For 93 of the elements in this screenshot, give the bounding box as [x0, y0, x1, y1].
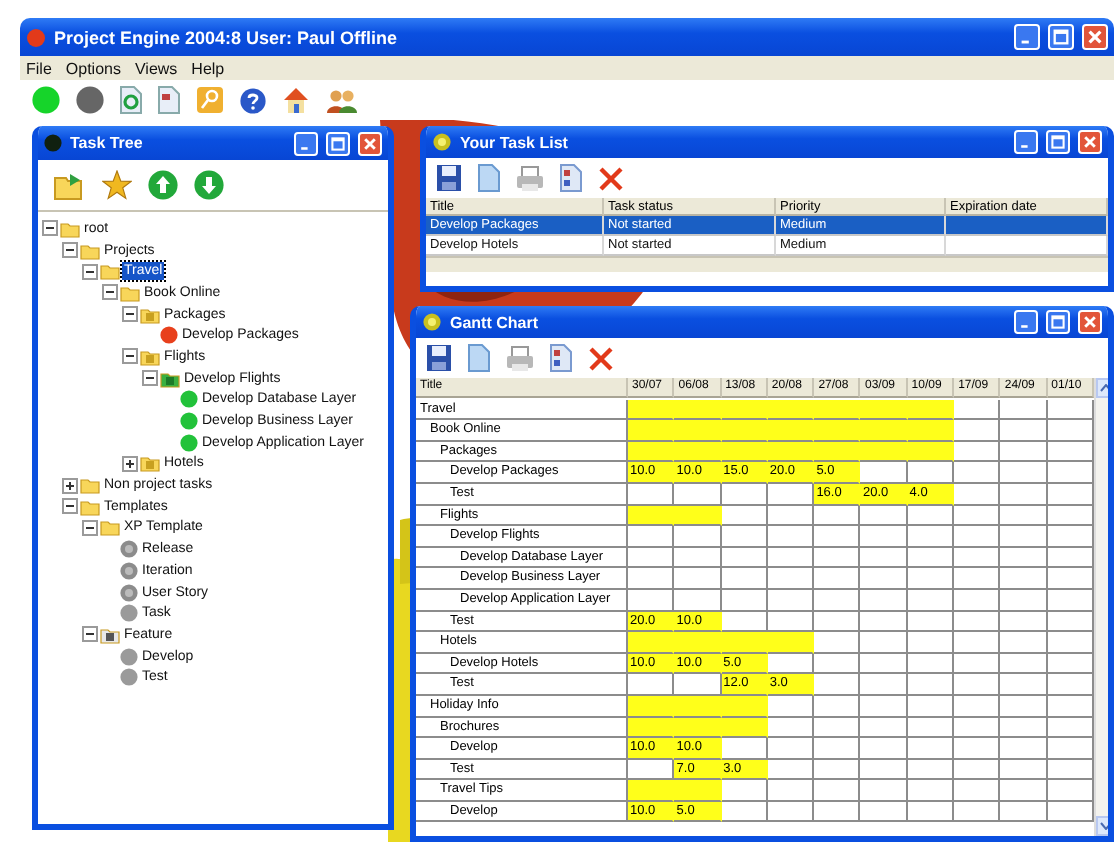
report-icon	[560, 164, 582, 192]
move-up-button[interactable]	[148, 170, 178, 200]
expander-icon[interactable]	[62, 242, 78, 259]
maximize-button[interactable]	[326, 131, 350, 155]
new-document-button[interactable]	[468, 344, 490, 372]
close-icon	[1086, 28, 1104, 46]
toolbar-button[interactable]	[326, 87, 358, 113]
refresh-document-icon	[120, 86, 142, 114]
expander-icon[interactable]	[142, 370, 158, 387]
menu-item[interactable]: Views	[134, 59, 178, 77]
minimize-button[interactable]	[294, 131, 318, 155]
expander-icon[interactable]	[82, 263, 98, 280]
dot-icon	[76, 86, 104, 114]
maximize-icon	[1050, 134, 1066, 150]
save-icon	[436, 164, 462, 192]
document-icon	[478, 164, 500, 192]
maximize-icon	[330, 135, 346, 151]
close-button[interactable]	[358, 131, 382, 155]
delete-icon	[598, 165, 624, 191]
maximize-button[interactable]	[1046, 130, 1070, 154]
expander-icon[interactable]	[82, 626, 98, 643]
caret-up-icon	[1099, 384, 1108, 392]
toolbar-button[interactable]	[282, 86, 310, 114]
window-title: Project Engine 2004:8 User: Paul Offline	[54, 27, 400, 47]
folder-icon	[140, 305, 160, 324]
new-document-button[interactable]	[478, 164, 500, 192]
minimize-button[interactable]	[1014, 310, 1038, 334]
expander-icon[interactable]	[102, 284, 118, 301]
print-button[interactable]	[506, 345, 534, 371]
save-button[interactable]	[426, 344, 452, 372]
toolbar-button[interactable]	[120, 86, 142, 114]
expander-icon[interactable]	[62, 498, 78, 515]
close-button[interactable]	[1082, 24, 1108, 50]
star-icon	[102, 170, 132, 200]
close-icon	[1082, 314, 1098, 330]
maximize-button[interactable]	[1046, 310, 1070, 334]
close-icon	[1082, 134, 1098, 150]
expander-icon[interactable]	[62, 477, 78, 494]
report-button[interactable]	[550, 344, 572, 372]
delete-button[interactable]	[598, 165, 624, 191]
minimize-button[interactable]	[1014, 130, 1038, 154]
folder-icon	[100, 625, 120, 644]
document-icon	[468, 344, 490, 372]
menu-item[interactable]: File	[26, 59, 52, 77]
window-title: Gantt Chart	[450, 313, 540, 331]
expander-icon[interactable]	[122, 348, 138, 365]
maximize-icon	[1050, 314, 1066, 330]
home-icon	[282, 86, 310, 114]
document-icon	[158, 86, 180, 114]
window-title: Your Task List	[460, 133, 570, 151]
dot-icon	[32, 86, 60, 114]
report-button[interactable]	[560, 164, 582, 192]
users-icon	[326, 87, 358, 113]
print-icon	[516, 165, 544, 191]
table-cell[interactable]	[946, 236, 1108, 256]
maximize-icon	[1052, 28, 1070, 46]
gear-icon	[432, 132, 452, 152]
help-icon	[240, 87, 266, 113]
report-icon	[550, 344, 572, 372]
menu-item[interactable]: Help	[191, 59, 225, 77]
caret-down-icon	[1099, 822, 1108, 830]
save-icon	[426, 344, 452, 372]
folder-icon	[140, 454, 160, 473]
table-cell[interactable]	[946, 216, 1108, 236]
expander-icon[interactable]	[82, 519, 98, 536]
save-button[interactable]	[436, 164, 462, 192]
print-icon	[506, 345, 534, 371]
toolbar-button[interactable]	[240, 87, 266, 113]
maximize-button[interactable]	[1048, 24, 1074, 50]
window-icon	[44, 134, 62, 152]
close-button[interactable]	[1078, 310, 1102, 334]
delete-button[interactable]	[588, 345, 614, 371]
expander-icon[interactable]	[122, 455, 138, 472]
folder-icon	[160, 369, 180, 388]
minimize-button[interactable]	[1014, 24, 1040, 50]
folder-arrow-icon	[54, 171, 86, 199]
folder-icon	[140, 347, 160, 366]
gear-icon	[422, 312, 442, 332]
menu-item[interactable]: Options	[65, 59, 121, 77]
expander-icon[interactable]	[42, 220, 58, 237]
toolbar-button[interactable]	[158, 86, 180, 114]
move-down-button[interactable]	[194, 170, 224, 200]
toolbar-button[interactable]	[76, 86, 104, 114]
expander-icon[interactable]	[122, 306, 138, 323]
open-button[interactable]	[54, 171, 86, 199]
close-button[interactable]	[1078, 130, 1102, 154]
delete-icon	[588, 345, 614, 371]
print-button[interactable]	[516, 165, 544, 191]
window-title: Task Tree	[70, 134, 145, 152]
key-icon	[196, 86, 224, 114]
close-icon	[362, 135, 378, 151]
favorite-button[interactable]	[102, 170, 132, 200]
app-icon	[26, 27, 46, 47]
